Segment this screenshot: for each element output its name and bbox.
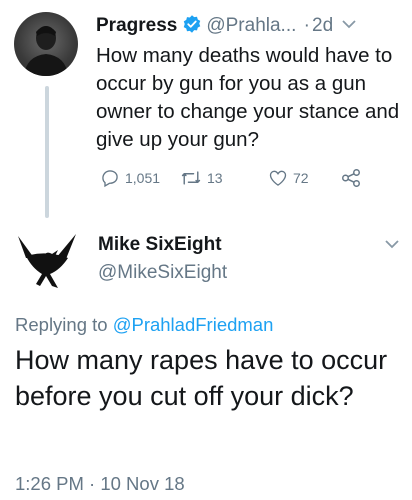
reply-author-name[interactable]: Mike SixEight [98, 234, 222, 256]
header-separator: · [303, 15, 310, 36]
heart-icon [269, 170, 287, 186]
retweet-count: 13 [207, 170, 223, 186]
replying-prefix: Replying to [15, 314, 108, 335]
like-button[interactable]: 72 [268, 166, 309, 190]
share-button[interactable] [340, 166, 362, 190]
tweet1-header: Pragress @Prahla... · 2d [96, 13, 357, 42]
author-handle[interactable]: @Prahla... [206, 15, 296, 36]
retweet-icon [181, 171, 201, 185]
verified-badge-icon [182, 14, 202, 42]
chevron-down-icon[interactable] [385, 236, 399, 254]
reply-author-handle[interactable]: @MikeSixEight [98, 262, 227, 284]
replying-to-line: Replying to @PrahladFriedman [15, 314, 273, 336]
reply-count: 1,051 [125, 170, 161, 186]
replying-to-handle-link[interactable]: @PrahladFriedman [113, 314, 274, 335]
raven-avatar-icon [18, 234, 76, 288]
thread-connector-line [45, 86, 49, 218]
reply-icon [102, 170, 118, 188]
tweet-time[interactable]: 2d [312, 15, 333, 36]
reply-author-avatar[interactable] [12, 228, 82, 298]
like-count: 72 [293, 170, 309, 186]
chevron-down-icon[interactable] [338, 15, 357, 36]
retweet-button[interactable]: 13 [180, 166, 223, 190]
reply-button[interactable]: 1,051 [100, 166, 160, 190]
author-name[interactable]: Pragress [96, 15, 177, 36]
tweet-timestamp[interactable]: 1:26 PM · 10 Nov 18 [15, 473, 185, 495]
share-icon [342, 169, 360, 187]
author-avatar[interactable] [14, 12, 78, 76]
person-avatar-icon [24, 26, 68, 76]
tweet2-text: How many rapes have to occur before you … [15, 345, 388, 411]
tweet1-text: How many deaths would have to occur by g… [96, 44, 400, 151]
